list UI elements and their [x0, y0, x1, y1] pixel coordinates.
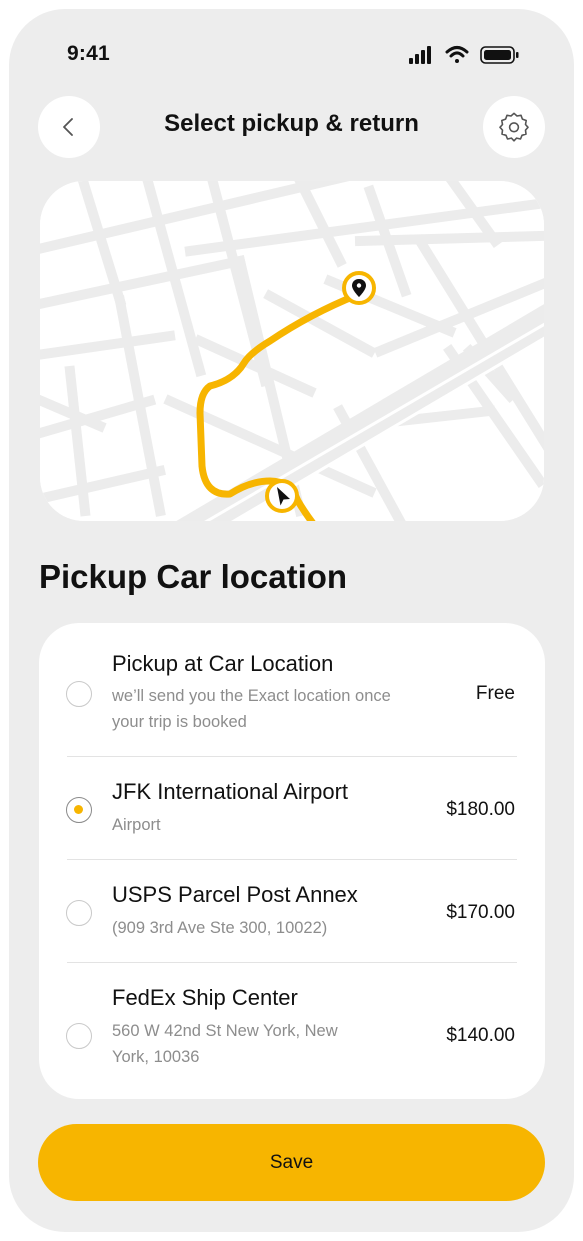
- option-fedex-ship-center[interactable]: FedEx Ship Center 560 W 42nd St New York…: [39, 963, 545, 1099]
- wifi-icon: [445, 46, 469, 63]
- option-usps-parcel-post-annex[interactable]: USPS Parcel Post Annex (909 3rd Ave Ste …: [39, 860, 545, 962]
- gear-icon: [499, 112, 529, 142]
- option-price: $140.00: [446, 1025, 515, 1046]
- radio-button[interactable]: [66, 900, 92, 926]
- route-map[interactable]: [40, 181, 544, 521]
- status-time: 9:41: [67, 42, 110, 65]
- option-title: Pickup at Car Location: [112, 651, 334, 676]
- battery-icon: [480, 46, 519, 64]
- option-pickup-at-car-location[interactable]: Pickup at Car Location we’ll send you th…: [39, 623, 545, 756]
- option-title: USPS Parcel Post Annex: [112, 882, 358, 907]
- phone-screen: 9:41 Select pickup & return Pickup Car l…: [9, 9, 574, 1232]
- option-subtitle: 560 W 42nd St New York, New York, 10036: [112, 1022, 338, 1066]
- option-title: JFK International Airport: [112, 779, 349, 804]
- section-title: Pickup Car location: [39, 558, 348, 595]
- status-icons: [409, 46, 519, 64]
- option-price: Free: [475, 683, 515, 704]
- navigation-cursor-icon: [265, 479, 299, 513]
- radio-button-selected[interactable]: [66, 797, 92, 823]
- status-bar: 9:41: [9, 9, 574, 89]
- option-subtitle: Airport: [112, 816, 161, 834]
- option-subtitle: (909 3rd Ave Ste 300, 10022): [112, 919, 328, 937]
- option-title: FedEx Ship Center: [112, 985, 298, 1010]
- radio-button[interactable]: [66, 681, 92, 707]
- map-canvas: [40, 181, 544, 521]
- option-subtitle: we’ll send you the Exact location once y…: [112, 687, 391, 731]
- option-jfk-international-airport[interactable]: JFK International Airport Airport $180.0…: [39, 757, 545, 859]
- location-options-card: Pickup at Car Location we’ll send you th…: [39, 623, 545, 1099]
- option-price: $180.00: [446, 799, 515, 820]
- cellular-signal-icon: [409, 46, 431, 64]
- save-button[interactable]: Save: [38, 1124, 545, 1201]
- settings-button[interactable]: [483, 96, 545, 158]
- map-pin-icon: [342, 271, 376, 305]
- option-price: $170.00: [446, 902, 515, 923]
- radio-button[interactable]: [66, 1023, 92, 1049]
